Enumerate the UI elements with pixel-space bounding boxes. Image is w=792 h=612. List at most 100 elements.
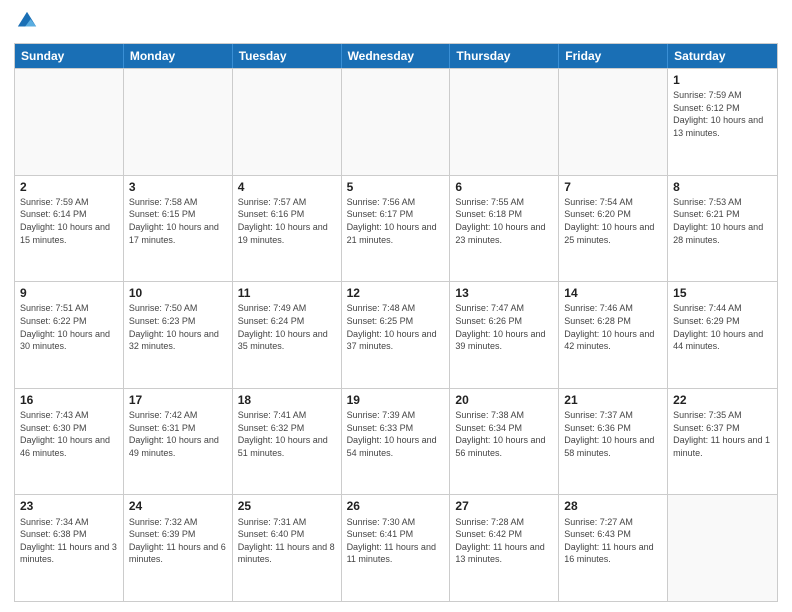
day-number: 19: [347, 392, 445, 408]
day-number: 11: [238, 285, 336, 301]
day-number: 10: [129, 285, 227, 301]
cal-cell: 19Sunrise: 7:39 AM Sunset: 6:33 PM Dayli…: [342, 389, 451, 495]
logo: [14, 10, 38, 37]
cal-header-sunday: Sunday: [15, 44, 124, 68]
cal-cell: 12Sunrise: 7:48 AM Sunset: 6:25 PM Dayli…: [342, 282, 451, 388]
day-number: 24: [129, 498, 227, 514]
cell-text: Sunrise: 7:46 AM Sunset: 6:28 PM Dayligh…: [564, 302, 662, 352]
cell-text: Sunrise: 7:57 AM Sunset: 6:16 PM Dayligh…: [238, 196, 336, 246]
day-number: 2: [20, 179, 118, 195]
cal-cell: [559, 69, 668, 175]
cal-cell: 23 Sunrise: 7:34 AM Sunset: 6:38 PM Dayli…: [15, 495, 124, 601]
cal-cell: 9Sunrise: 7:51 AM Sunset: 6:22 PM Daylig…: [15, 282, 124, 388]
cal-cell: 8Sunrise: 7:53 AM Sunset: 6:21 PM Daylig…: [668, 176, 777, 282]
page: SundayMondayTuesdayWednesdayThursdayFrid…: [0, 0, 792, 612]
day-number: 7: [564, 179, 662, 195]
cal-cell: 11Sunrise: 7:49 AM Sunset: 6:24 PM Dayli…: [233, 282, 342, 388]
cal-cell: 13Sunrise: 7:47 AM Sunset: 6:26 PM Dayli…: [450, 282, 559, 388]
day-number: 8: [673, 179, 772, 195]
cell-text: Sunrise: 7:35 AM Sunset: 6:37 PM Dayligh…: [673, 409, 772, 459]
cell-text: Sunrise: 7:31 AM Sunset: 6:40 PM Dayligh…: [238, 516, 336, 566]
cell-text: Sunrise: 7:39 AM Sunset: 6:33 PM Dayligh…: [347, 409, 445, 459]
day-number: 12: [347, 285, 445, 301]
header: [14, 10, 778, 37]
calendar-header-row: SundayMondayTuesdayWednesdayThursdayFrid…: [15, 44, 777, 68]
cal-cell: 10Sunrise: 7:50 AM Sunset: 6:23 PM Dayli…: [124, 282, 233, 388]
cal-cell: [450, 69, 559, 175]
cal-cell: 3Sunrise: 7:58 AM Sunset: 6:15 PM Daylig…: [124, 176, 233, 282]
cell-text: Sunrise: 7:37 AM Sunset: 6:36 PM Dayligh…: [564, 409, 662, 459]
day-number: 3: [129, 179, 227, 195]
logo-icon: [16, 10, 38, 32]
cell-text: Sunrise: 7:53 AM Sunset: 6:21 PM Dayligh…: [673, 196, 772, 246]
cal-cell: 24 Sunrise: 7:32 AM Sunset: 6:39 PM Dayli…: [124, 495, 233, 601]
day-number: 17: [129, 392, 227, 408]
day-number: 18: [238, 392, 336, 408]
day-number: 27: [455, 498, 553, 514]
cal-header-thursday: Thursday: [450, 44, 559, 68]
cal-cell: [233, 69, 342, 175]
day-number: 15: [673, 285, 772, 301]
cal-cell: 25Sunrise: 7:31 AM Sunset: 6:40 PM Dayli…: [233, 495, 342, 601]
cell-text: Sunrise: 7:59 AM Sunset: 6:12 PM Dayligh…: [673, 89, 772, 139]
cal-week-4: 16Sunrise: 7:43 AM Sunset: 6:30 PM Dayli…: [15, 388, 777, 495]
cell-text: Sunrise: 7:54 AM Sunset: 6:20 PM Dayligh…: [564, 196, 662, 246]
calendar-body: 1Sunrise: 7:59 AM Sunset: 6:12 PM Daylig…: [15, 68, 777, 601]
cal-cell: 7Sunrise: 7:54 AM Sunset: 6:20 PM Daylig…: [559, 176, 668, 282]
cal-header-saturday: Saturday: [668, 44, 777, 68]
cal-week-1: 1Sunrise: 7:59 AM Sunset: 6:12 PM Daylig…: [15, 68, 777, 175]
cell-text: Sunrise: 7:30 AM Sunset: 6:41 PM Dayligh…: [347, 516, 445, 566]
calendar: SundayMondayTuesdayWednesdayThursdayFrid…: [14, 43, 778, 602]
cal-cell: 20Sunrise: 7:38 AM Sunset: 6:34 PM Dayli…: [450, 389, 559, 495]
cell-text: Sunrise: 7:58 AM Sunset: 6:15 PM Dayligh…: [129, 196, 227, 246]
cal-cell: [15, 69, 124, 175]
cal-cell: [124, 69, 233, 175]
cal-cell: 4Sunrise: 7:57 AM Sunset: 6:16 PM Daylig…: [233, 176, 342, 282]
cell-text: Sunrise: 7:34 AM Sunset: 6:38 PM Dayligh…: [20, 516, 118, 566]
cell-text: Sunrise: 7:50 AM Sunset: 6:23 PM Dayligh…: [129, 302, 227, 352]
cell-text: Sunrise: 7:51 AM Sunset: 6:22 PM Dayligh…: [20, 302, 118, 352]
day-number: 22: [673, 392, 772, 408]
cal-cell: 6Sunrise: 7:55 AM Sunset: 6:18 PM Daylig…: [450, 176, 559, 282]
cal-cell: 16Sunrise: 7:43 AM Sunset: 6:30 PM Dayli…: [15, 389, 124, 495]
day-number: 13: [455, 285, 553, 301]
day-number: 23: [20, 498, 118, 514]
cal-header-tuesday: Tuesday: [233, 44, 342, 68]
cal-header-wednesday: Wednesday: [342, 44, 451, 68]
cal-week-3: 9Sunrise: 7:51 AM Sunset: 6:22 PM Daylig…: [15, 281, 777, 388]
day-number: 28: [564, 498, 662, 514]
cal-cell: 21Sunrise: 7:37 AM Sunset: 6:36 PM Dayli…: [559, 389, 668, 495]
cal-week-5: 23 Sunrise: 7:34 AM Sunset: 6:38 PM Dayli…: [15, 494, 777, 601]
cell-text: Sunrise: 7:49 AM Sunset: 6:24 PM Dayligh…: [238, 302, 336, 352]
cell-text: Sunrise: 7:47 AM Sunset: 6:26 PM Dayligh…: [455, 302, 553, 352]
day-number: 9: [20, 285, 118, 301]
day-number: 6: [455, 179, 553, 195]
cal-cell: 26Sunrise: 7:30 AM Sunset: 6:41 PM Dayli…: [342, 495, 451, 601]
cal-cell: 14Sunrise: 7:46 AM Sunset: 6:28 PM Dayli…: [559, 282, 668, 388]
cell-text: Sunrise: 7:44 AM Sunset: 6:29 PM Dayligh…: [673, 302, 772, 352]
cal-header-friday: Friday: [559, 44, 668, 68]
cal-cell: 18Sunrise: 7:41 AM Sunset: 6:32 PM Dayli…: [233, 389, 342, 495]
day-number: 20: [455, 392, 553, 408]
cell-text: Sunrise: 7:38 AM Sunset: 6:34 PM Dayligh…: [455, 409, 553, 459]
cal-week-2: 2Sunrise: 7:59 AM Sunset: 6:14 PM Daylig…: [15, 175, 777, 282]
cal-cell: 15Sunrise: 7:44 AM Sunset: 6:29 PM Dayli…: [668, 282, 777, 388]
cell-text: Sunrise: 7:27 AM Sunset: 6:43 PM Dayligh…: [564, 516, 662, 566]
cal-header-monday: Monday: [124, 44, 233, 68]
cal-cell: 2Sunrise: 7:59 AM Sunset: 6:14 PM Daylig…: [15, 176, 124, 282]
cell-text: Sunrise: 7:32 AM Sunset: 6:39 PM Dayligh…: [129, 516, 227, 566]
cal-cell: [668, 495, 777, 601]
cell-text: Sunrise: 7:59 AM Sunset: 6:14 PM Dayligh…: [20, 196, 118, 246]
cal-cell: [342, 69, 451, 175]
cal-cell: 28 Sunrise: 7:27 AM Sunset: 6:43 PM Dayli…: [559, 495, 668, 601]
day-number: 21: [564, 392, 662, 408]
cell-text: Sunrise: 7:56 AM Sunset: 6:17 PM Dayligh…: [347, 196, 445, 246]
cal-cell: 5Sunrise: 7:56 AM Sunset: 6:17 PM Daylig…: [342, 176, 451, 282]
cal-cell: 22Sunrise: 7:35 AM Sunset: 6:37 PM Dayli…: [668, 389, 777, 495]
cal-cell: 27 Sunrise: 7:28 AM Sunset: 6:42 PM Dayli…: [450, 495, 559, 601]
cell-text: Sunrise: 7:28 AM Sunset: 6:42 PM Dayligh…: [455, 516, 553, 566]
day-number: 5: [347, 179, 445, 195]
day-number: 4: [238, 179, 336, 195]
day-number: 1: [673, 72, 772, 88]
cal-cell: 17Sunrise: 7:42 AM Sunset: 6:31 PM Dayli…: [124, 389, 233, 495]
